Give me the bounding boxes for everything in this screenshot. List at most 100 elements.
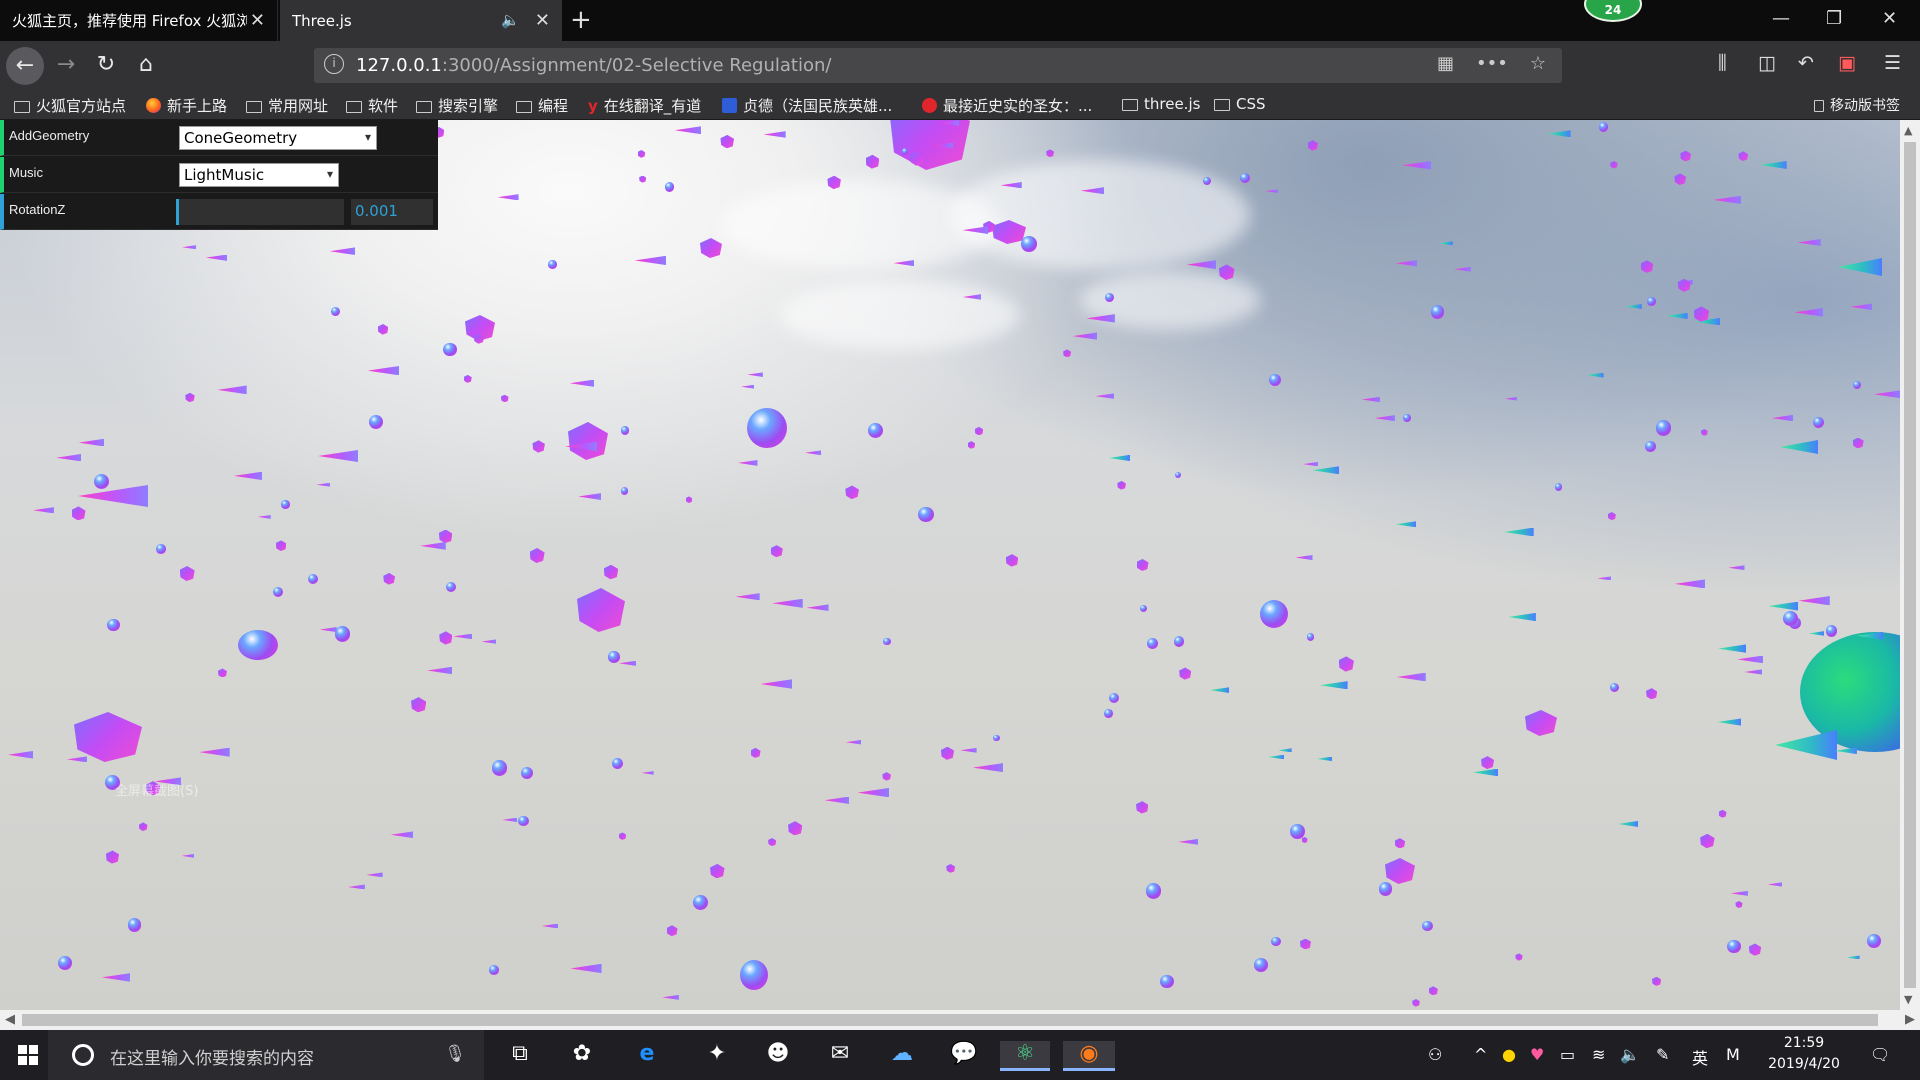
firefox-taskbar-icon[interactable]: ◉ bbox=[1063, 1041, 1115, 1071]
tray-app-icon[interactable]: ♥ bbox=[1530, 1045, 1544, 1064]
sphere-mesh bbox=[57, 956, 72, 971]
music-select[interactable]: LightMusic ▾ bbox=[179, 163, 339, 187]
sphere-mesh bbox=[281, 500, 290, 509]
task-view-icon[interactable]: ⧉ bbox=[503, 1041, 537, 1071]
library-icon[interactable]: ⫼ bbox=[1718, 52, 1727, 74]
mail-icon[interactable]: ✉ bbox=[823, 1041, 857, 1071]
rotation-z-input[interactable]: 0.001 bbox=[351, 199, 433, 225]
scroll-up-icon[interactable]: ▲ bbox=[1904, 124, 1912, 137]
icosahedron-mesh bbox=[639, 175, 647, 183]
qr-code-icon[interactable]: ▦ bbox=[1437, 53, 1454, 74]
undo-icon[interactable]: ↶ bbox=[1798, 52, 1814, 74]
bookmark-item[interactable]: 编程 bbox=[516, 95, 568, 116]
horizontal-scrollbar[interactable]: ◀ ▶ bbox=[0, 1010, 1920, 1030]
microphone-icon[interactable]: 🎙 bbox=[444, 1044, 466, 1064]
scroll-left-icon[interactable]: ◀ bbox=[5, 1012, 15, 1027]
cone-mesh bbox=[541, 923, 559, 929]
close-window-icon[interactable]: ✕ bbox=[1882, 8, 1897, 29]
cone-mesh bbox=[56, 453, 81, 462]
cortana-icon[interactable] bbox=[72, 1044, 94, 1066]
bookmark-item[interactable]: 贞德（法国民族英雄... bbox=[722, 95, 892, 116]
notifications-icon[interactable]: 🗨 bbox=[1870, 1045, 1890, 1064]
qq-icon[interactable]: ☻ bbox=[761, 1041, 795, 1071]
system-clock[interactable]: 21:59 2019/4/20 bbox=[1760, 1033, 1848, 1075]
close-tab-icon[interactable]: ✕ bbox=[250, 10, 265, 31]
pen-icon[interactable]: ✎ bbox=[1656, 1045, 1669, 1064]
ie-icon[interactable]: e bbox=[630, 1041, 664, 1071]
url-bar[interactable]: i 127.0.0.1:3000/Assignment/02-Selective… bbox=[314, 48, 1562, 83]
cone-mesh bbox=[316, 482, 331, 487]
bookmark-item[interactable]: 软件 bbox=[346, 95, 398, 116]
app-icon[interactable]: ✿ bbox=[565, 1041, 599, 1071]
threejs-canvas[interactable]: 全屏幕截图(S) bbox=[0, 120, 1900, 1010]
new-tab-button[interactable]: + bbox=[570, 5, 592, 35]
forward-button[interactable]: → bbox=[49, 48, 83, 82]
info-icon[interactable]: i bbox=[324, 54, 344, 74]
speaker-icon[interactable]: 🔈 bbox=[501, 11, 520, 29]
back-button[interactable]: ← bbox=[6, 47, 44, 85]
bookmark-item[interactable]: 最接近史实的圣女：... bbox=[922, 95, 1092, 116]
close-tab-icon[interactable]: ✕ bbox=[535, 10, 550, 31]
icosahedron-mesh bbox=[845, 485, 859, 500]
scrollbar-thumb[interactable] bbox=[22, 1014, 1878, 1026]
minimize-icon[interactable]: — bbox=[1772, 8, 1790, 29]
app-icon[interactable]: ✦ bbox=[700, 1041, 734, 1071]
tab-firefox-home[interactable]: 火狐主页，推荐使用 Firefox 火狐浏览器 ✕ bbox=[0, 0, 278, 41]
cone-mesh bbox=[824, 796, 850, 804]
scroll-down-icon[interactable]: ▼ bbox=[1904, 993, 1912, 1006]
bookmark-item[interactable]: 新手上路 bbox=[146, 95, 227, 116]
reload-button[interactable]: ↻ bbox=[89, 48, 123, 82]
icosahedron-mesh bbox=[1136, 558, 1149, 571]
bookmark-item[interactable]: 常用网址 bbox=[246, 95, 328, 116]
notification-badge[interactable]: 24 bbox=[1584, 0, 1642, 22]
icosahedron-mesh bbox=[1307, 140, 1319, 151]
cone-mesh bbox=[318, 450, 358, 462]
atom-icon[interactable]: ⚛ bbox=[1000, 1041, 1050, 1071]
icosahedron-mesh bbox=[685, 496, 693, 504]
ime-mode-indicator[interactable]: M bbox=[1726, 1045, 1740, 1064]
bookmark-star-icon[interactable]: ☆ bbox=[1530, 53, 1546, 74]
sphere-mesh bbox=[620, 425, 630, 435]
bookmark-item[interactable]: 搜索引擎 bbox=[416, 95, 498, 116]
wifi-icon[interactable]: ≋ bbox=[1592, 1045, 1605, 1064]
folder-icon bbox=[14, 100, 30, 113]
windows-start-icon[interactable] bbox=[18, 1045, 38, 1065]
icosahedron-mesh bbox=[529, 548, 545, 563]
cone-mesh bbox=[1316, 756, 1332, 762]
bookmark-item[interactable]: CSS bbox=[1214, 95, 1266, 113]
volume-icon[interactable]: 🔈 bbox=[1620, 1045, 1640, 1064]
ime-indicator[interactable]: 英 bbox=[1692, 1045, 1708, 1069]
page-actions-icon[interactable]: ••• bbox=[1476, 53, 1508, 74]
bookmark-item[interactable]: 火狐官方站点 bbox=[14, 95, 126, 116]
vertical-scrollbar[interactable]: ▲ ▼ bbox=[1900, 120, 1920, 1010]
sidebar-icon[interactable]: ◫ bbox=[1758, 52, 1776, 74]
mobile-bookmarks[interactable]: 移动版书签 bbox=[1814, 95, 1900, 115]
icosahedron-mesh bbox=[1693, 306, 1710, 322]
home-button[interactable]: ⌂ bbox=[129, 48, 163, 82]
sphere-mesh bbox=[993, 734, 1000, 742]
cone-mesh bbox=[420, 542, 446, 550]
bookmark-item[interactable]: y 在线翻译_有道 bbox=[588, 95, 701, 116]
people-icon[interactable]: ⚇ bbox=[1428, 1045, 1442, 1064]
scrollbar-thumb[interactable] bbox=[1904, 142, 1916, 988]
taskbar-search[interactable]: 在这里输入你要搜索的内容 🎙 bbox=[48, 1030, 484, 1080]
icosahedron-mesh bbox=[74, 712, 142, 762]
bookmark-item[interactable]: three.js bbox=[1122, 95, 1200, 113]
pocket-icon[interactable]: ▣ bbox=[1838, 52, 1856, 74]
scroll-right-icon[interactable]: ▶ bbox=[1905, 1012, 1915, 1027]
tray-app-icon[interactable]: ● bbox=[1502, 1045, 1516, 1064]
restore-icon[interactable]: ❐ bbox=[1826, 8, 1842, 29]
sphere-mesh bbox=[1173, 636, 1185, 647]
sphere-mesh bbox=[1826, 625, 1838, 637]
show-hidden-icons[interactable]: ^ bbox=[1474, 1045, 1487, 1064]
url-text[interactable]: 127.0.0.1:3000/Assignment/02-Selective R… bbox=[356, 55, 831, 76]
icosahedron-mesh bbox=[1005, 554, 1019, 567]
add-geometry-select[interactable]: ConeGeometry ▾ bbox=[179, 126, 377, 150]
tab-threejs[interactable]: Three.js 🔈 ✕ bbox=[280, 0, 562, 41]
wechat-icon[interactable]: 💬 bbox=[947, 1041, 981, 1071]
menu-icon[interactable]: ☰ bbox=[1884, 52, 1901, 74]
windows-taskbar: 在这里输入你要搜索的内容 🎙 ⧉ ✿ e ✦ ☻ ✉ ☁ 💬 ⚛ ◉ ⚇ ^ ●… bbox=[0, 1030, 1920, 1080]
rotation-z-slider[interactable] bbox=[176, 199, 344, 225]
baidu-netdisk-icon[interactable]: ☁ bbox=[885, 1041, 919, 1071]
battery-icon[interactable]: ▭ bbox=[1560, 1045, 1575, 1064]
